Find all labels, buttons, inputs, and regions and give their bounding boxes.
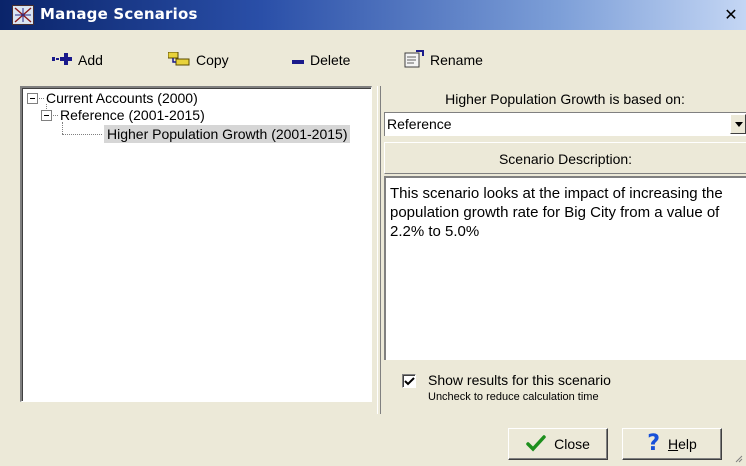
add-button[interactable]: Add	[52, 49, 103, 71]
delete-label: Delete	[310, 52, 351, 68]
title-bar[interactable]: Manage Scenarios ✕	[0, 0, 746, 30]
close-button[interactable]: Close	[508, 428, 608, 460]
based-on-value: Reference	[387, 116, 452, 132]
window-close-button[interactable]: ✕	[722, 6, 740, 24]
help-button-label: Help	[667, 436, 697, 452]
show-results-checkbox[interactable]	[402, 374, 416, 388]
description-textarea[interactable]: This scenario looks at the impact of inc…	[384, 176, 746, 360]
scenario-tree[interactable]: Current Accounts (2000) Reference (2001-…	[20, 86, 372, 402]
checkmark-icon	[404, 377, 415, 386]
show-results-label[interactable]: Show results for this scenario	[428, 372, 611, 388]
description-text: This scenario looks at the impact of inc…	[390, 185, 723, 240]
tree-item-label: Reference (2001-2015)	[60, 107, 205, 123]
delete-button[interactable]: Delete	[292, 49, 350, 71]
collapse-toggle-reference[interactable]	[41, 110, 52, 121]
based-on-select[interactable]: Reference	[384, 112, 746, 136]
question-icon: ?	[647, 431, 660, 456]
based-on-header: Higher Population Growth is based on:	[445, 91, 685, 107]
description-header: Scenario Description:	[384, 142, 746, 174]
show-results-hint: Uncheck to reduce calculation time	[428, 391, 599, 403]
copy-button[interactable]: Copy	[167, 49, 229, 71]
scenario-app-icon	[12, 5, 34, 25]
tree-item-label: Current Accounts (2000)	[46, 90, 198, 106]
checkmark-icon	[526, 434, 546, 455]
collapse-toggle-current-accounts[interactable]	[27, 93, 38, 104]
copy-label: Copy	[196, 52, 229, 68]
rename-button[interactable]: Rename	[404, 49, 483, 71]
add-label: Add	[78, 52, 103, 68]
tree-connector	[53, 115, 58, 116]
tree-connector	[62, 122, 63, 134]
panel-splitter[interactable]	[377, 86, 381, 414]
copy-icon	[167, 51, 190, 69]
tree-connector	[46, 104, 47, 109]
close-button-label: Close	[554, 436, 590, 452]
tree-connector	[39, 98, 44, 99]
tree-item-label: Higher Population Growth (2001-2015)	[107, 126, 348, 142]
manage-scenarios-window: Manage Scenarios ✕ Add Copy Delete Renam…	[0, 0, 746, 466]
tree-item-higher-population-growth[interactable]: Higher Population Growth (2001-2015)	[104, 125, 351, 143]
delete-icon	[292, 52, 304, 68]
window-title: Manage Scenarios	[40, 5, 198, 23]
chevron-down-icon[interactable]	[730, 114, 746, 134]
rename-label: Rename	[430, 52, 483, 68]
help-button[interactable]: ? Help	[622, 428, 722, 460]
toolbar: Add Copy Delete Rename	[0, 41, 746, 77]
tree-item-reference[interactable]: Reference (2001-2015)	[60, 106, 205, 124]
add-icon	[52, 52, 72, 68]
tree-item-current-accounts[interactable]: Current Accounts (2000)	[46, 89, 198, 107]
tree-connector	[62, 134, 102, 135]
resize-grip[interactable]	[733, 453, 743, 463]
rename-icon	[404, 49, 424, 71]
